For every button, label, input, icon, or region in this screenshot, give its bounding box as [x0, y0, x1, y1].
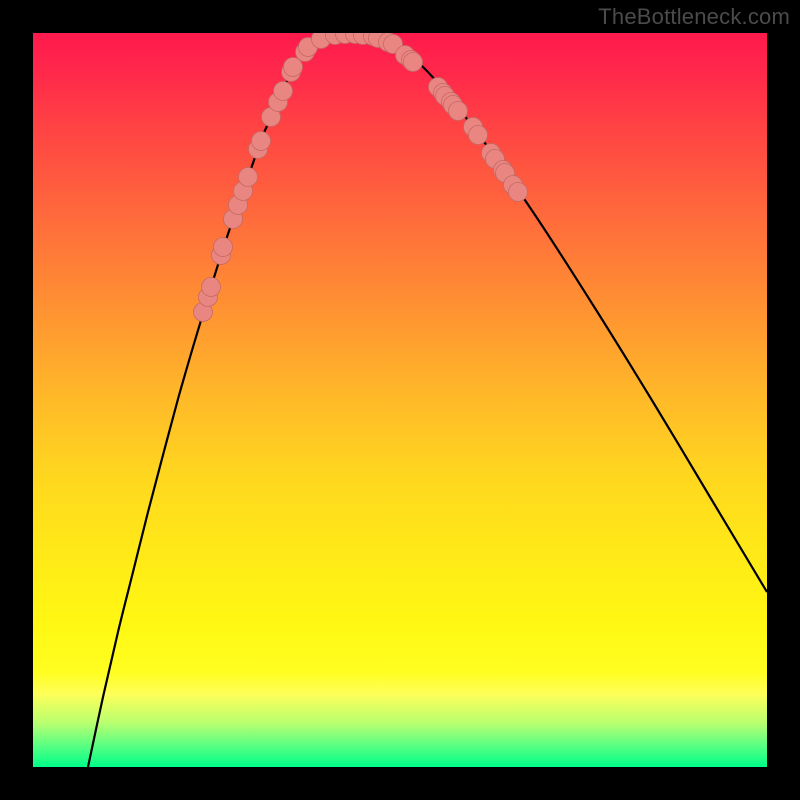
data-dot	[239, 168, 258, 187]
data-dot	[252, 132, 271, 151]
data-dot	[274, 82, 293, 101]
chart-svg	[33, 33, 767, 767]
data-dot	[284, 58, 303, 77]
data-dot	[449, 102, 468, 121]
data-dot	[469, 126, 488, 145]
watermark-text: TheBottleneck.com	[598, 4, 790, 30]
chart-frame: TheBottleneck.com	[0, 0, 800, 800]
bottleneck-curve	[88, 33, 767, 767]
data-dot	[214, 238, 233, 257]
plot-area	[33, 33, 767, 767]
data-dot	[202, 278, 221, 297]
data-dot	[509, 183, 528, 202]
data-dots	[194, 33, 528, 322]
data-dot	[404, 53, 423, 72]
